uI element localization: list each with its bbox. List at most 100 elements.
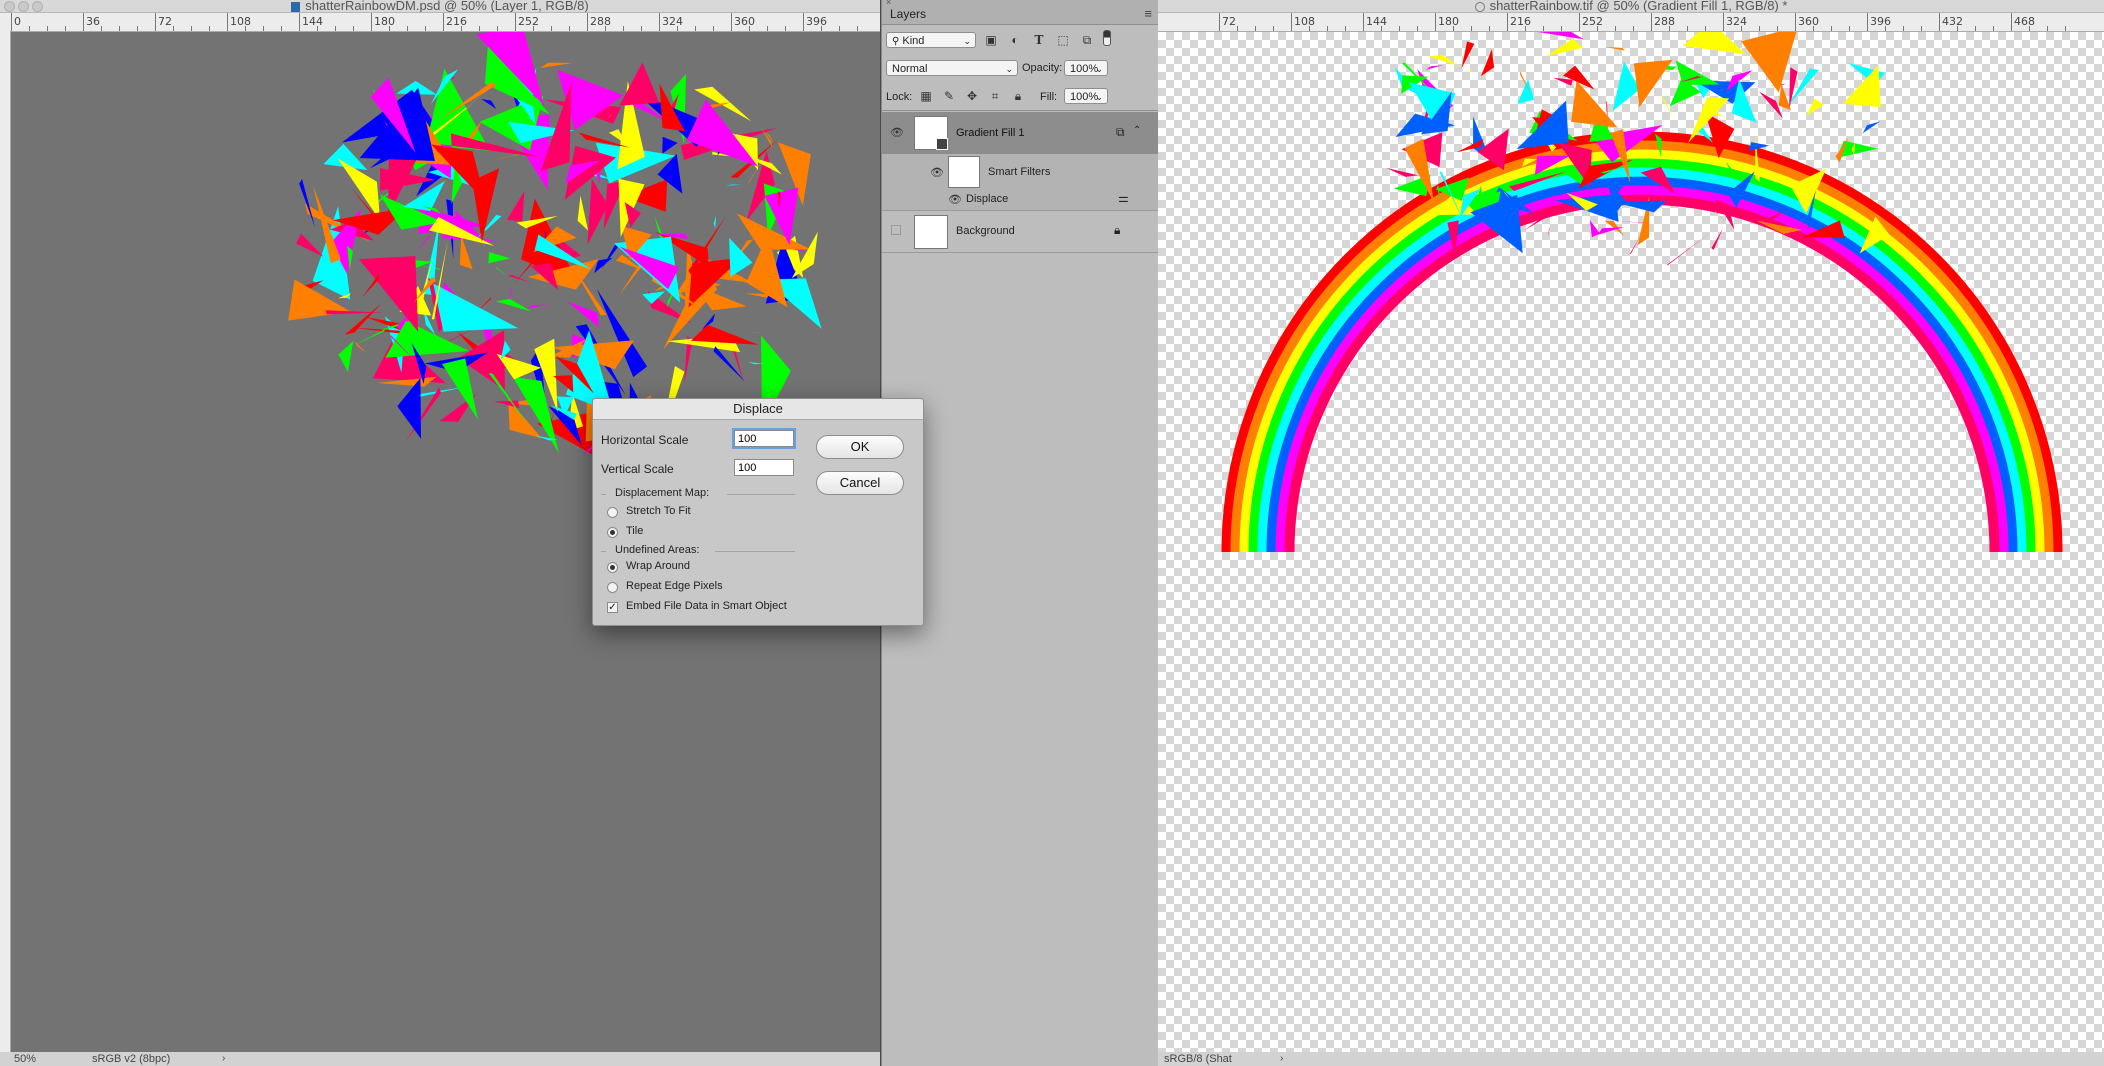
ruler-tick	[1795, 13, 1796, 31]
shard-triangle	[415, 235, 431, 253]
shard-triangle	[507, 275, 532, 283]
visibility-eye-icon[interactable]: 👁︎	[948, 195, 962, 206]
rainbow-shard	[1461, 41, 1475, 69]
visibility-toggle-empty[interactable]	[891, 225, 901, 235]
ruler-minor-tick	[857, 26, 858, 31]
left-document-titlebar[interactable]: shatterRainbowDM.psd @ 50% (Layer 1, RGB…	[0, 0, 880, 13]
ruler-minor-tick	[425, 26, 426, 31]
fill-input[interactable]: 100% ⌄	[1064, 88, 1108, 104]
ruler-tick-label: 252	[1582, 15, 1603, 28]
layer-row-background[interactable]: Background 🔒︎	[882, 211, 1158, 251]
visibility-eye-icon[interactable]: 👁︎	[930, 168, 944, 179]
tile-label[interactable]: Tile	[626, 525, 643, 537]
filter-smart-objects-icon[interactable]: ⧉	[1079, 32, 1095, 48]
layers-tab[interactable]: Layers	[890, 7, 926, 21]
filter-pixel-layers-icon[interactable]: ▣	[983, 32, 999, 48]
ruler-minor-tick	[1273, 26, 1274, 31]
vertical-scale-input[interactable]	[734, 459, 794, 476]
ruler-tick-label: 360	[734, 15, 755, 28]
shard-triangle	[506, 191, 525, 221]
layer-row-displace-filter[interactable]: 👁︎ Displace ⚌	[882, 190, 1158, 210]
filter-toggle-icon[interactable]	[1103, 30, 1111, 46]
blend-mode-select[interactable]: Normal ⌄	[886, 60, 1018, 76]
dialog-title[interactable]: Displace	[593, 399, 923, 420]
smart-filters-label[interactable]: Smart Filters	[988, 166, 1050, 178]
panel-collapse-icon[interactable]: ×	[886, 0, 891, 7]
lock-pixels-icon[interactable]: ✎	[941, 88, 957, 104]
ruler-tick-label: 252	[518, 15, 539, 28]
filter-type-layers-icon[interactable]: T	[1031, 32, 1047, 48]
lock-position-icon[interactable]: ✥	[964, 88, 980, 104]
status-arrow-icon[interactable]: ›	[222, 1052, 225, 1066]
filter-adjustment-layers-icon[interactable]: ◐	[1007, 32, 1023, 48]
rainbow-shard	[1862, 121, 1881, 134]
cancel-button[interactable]: Cancel	[816, 471, 904, 495]
layer-row-smart-filters[interactable]: 👁︎ Smart Filters	[882, 154, 1158, 190]
embed-file-data-label[interactable]: Embed File Data in Smart Object	[626, 600, 787, 612]
stretch-to-fit-label[interactable]: Stretch To Fit	[626, 505, 691, 517]
horizontal-ruler[interactable]: 0 36 72 108 144 180 216 252 288 324 360 396	[0, 13, 880, 32]
shard-triangle	[540, 62, 574, 68]
ruler-minor-tick	[1525, 26, 1526, 31]
ruler-minor-tick	[317, 26, 318, 31]
ruler-minor-tick	[767, 26, 768, 31]
ruler-tick-label: 288	[590, 15, 611, 28]
filter-shape-layers-icon[interactable]: ⬚	[1055, 32, 1071, 48]
wrap-around-radio[interactable]	[607, 562, 618, 573]
close-window-button[interactable]	[4, 1, 15, 12]
horizontal-scale-input[interactable]	[732, 428, 796, 449]
minimize-window-button[interactable]	[18, 1, 29, 12]
tile-radio[interactable]	[607, 527, 618, 538]
ruler-tick	[443, 13, 444, 31]
shard-triangle	[488, 252, 511, 264]
ruler-tick-label: 180	[1438, 15, 1459, 28]
opacity-input[interactable]: 100% ⌄	[1064, 60, 1108, 76]
smart-filter-effects-icon[interactable]: ⧉	[1116, 125, 1125, 140]
ruler-tick-label: 432	[1942, 15, 1963, 28]
layer-name[interactable]: Background	[956, 225, 1015, 237]
right-document-titlebar[interactable]: shatterRainbow.tif @ 50% (Gradient Fill …	[1158, 0, 2104, 13]
horizontal-ruler[interactable]: 72 108 144 180 216 252 288 324 360 396 432 468	[1158, 13, 2104, 32]
shard-triangle	[713, 346, 746, 382]
wrap-around-label[interactable]: Wrap Around	[626, 560, 690, 572]
ruler-minor-tick	[641, 26, 642, 31]
rainbow-shard	[1604, 46, 1625, 51]
chevron-down-icon[interactable]: ⌄	[1095, 89, 1103, 105]
layer-filter-select[interactable]: ⚲ Kind ⌄	[886, 32, 976, 48]
ruler-minor-tick	[1417, 26, 1418, 31]
rainbow-canvas[interactable]	[1158, 32, 2104, 1052]
panel-menu-icon[interactable]: ≡	[1144, 6, 1152, 21]
ruler-minor-tick	[533, 26, 534, 31]
chevron-down-icon[interactable]: ⌄	[1095, 61, 1103, 77]
filter-name[interactable]: Displace	[966, 193, 1008, 205]
ruler-minor-tick	[497, 26, 498, 31]
right-document-window: shatterRainbow.tif @ 50% (Gradient Fill …	[1158, 0, 2104, 1066]
visibility-eye-icon[interactable]: 👁︎	[890, 128, 904, 139]
repeat-edge-pixels-radio[interactable]	[607, 582, 618, 593]
stretch-to-fit-radio[interactable]	[607, 507, 618, 518]
ruler-minor-tick	[479, 26, 480, 31]
ruler-minor-tick	[1759, 26, 1760, 31]
zoom-level[interactable]: 50%	[14, 1052, 36, 1066]
layer-row-gradient-fill[interactable]: 👁︎ Gradient Fill 1 ⧉ ⌃	[882, 112, 1158, 154]
ruler-tick	[1435, 13, 1436, 31]
layer-name[interactable]: Gradient Fill 1	[956, 127, 1024, 139]
expand-caret-icon[interactable]: ⌃	[1133, 125, 1141, 136]
lock-icon: 🔒︎	[1114, 223, 1121, 237]
ok-button[interactable]: OK	[816, 435, 904, 459]
shard-triangle	[486, 153, 522, 162]
vertical-ruler[interactable]	[0, 31, 11, 1066]
embed-file-data-checkbox[interactable]: ✓	[607, 602, 618, 613]
lock-all-icon[interactable]: 🔒︎	[1010, 88, 1026, 104]
ruler-minor-tick	[1399, 26, 1400, 31]
status-arrow-icon[interactable]: ›	[1280, 1052, 1283, 1066]
chevron-down-icon: ⌄	[963, 36, 971, 46]
rainbow-shard	[1778, 83, 1791, 111]
zoom-window-button[interactable]	[32, 1, 43, 12]
lock-transparency-icon[interactable]: ▦	[918, 88, 934, 104]
lock-artboard-icon[interactable]: ⌗	[987, 88, 1003, 104]
filter-blending-options-icon[interactable]: ⚌	[1118, 191, 1129, 205]
repeat-edge-pixels-label[interactable]: Repeat Edge Pixels	[626, 580, 723, 592]
ruler-tick-label: 324	[1726, 15, 1747, 28]
ruler-minor-tick	[569, 26, 570, 31]
